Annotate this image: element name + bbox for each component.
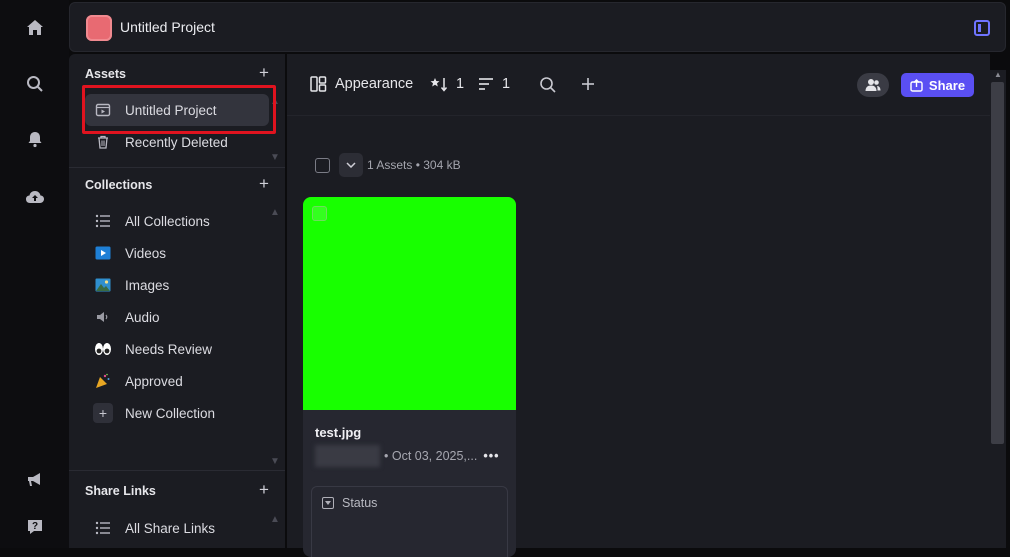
search-icon[interactable] bbox=[22, 71, 48, 97]
speaker-icon bbox=[93, 307, 113, 327]
sidebar-item-label: New Collection bbox=[125, 405, 216, 421]
nav-rail: ? bbox=[0, 0, 69, 548]
add-share-link-icon[interactable]: + bbox=[259, 480, 269, 500]
share-icon bbox=[910, 78, 923, 92]
scroll-up-icon[interactable]: ▲ bbox=[994, 70, 1002, 79]
project-avatar[interactable] bbox=[86, 15, 112, 41]
sidebar-item-label: Recently Deleted bbox=[125, 134, 228, 150]
chevron-down-icon[interactable] bbox=[339, 153, 363, 177]
add-asset-icon[interactable]: + bbox=[259, 63, 269, 83]
divider bbox=[69, 470, 285, 471]
help-icon[interactable]: ? bbox=[22, 514, 48, 540]
sidebar-item-videos[interactable]: Videos bbox=[85, 237, 269, 269]
project-title[interactable]: Untitled Project bbox=[120, 19, 215, 35]
image-icon bbox=[93, 275, 113, 295]
sidebar-item-label: All Share Links bbox=[125, 520, 216, 536]
asset-meta: • Oct 03, 2025,... ••• bbox=[315, 445, 499, 467]
sidebar-item-images[interactable]: Images bbox=[85, 269, 269, 301]
upload-cloud-icon[interactable] bbox=[22, 184, 48, 210]
asset-checkbox[interactable] bbox=[312, 206, 327, 221]
sidebar-item-label: All Collections bbox=[125, 213, 210, 229]
plus-icon: + bbox=[93, 403, 113, 423]
appearance-label: Appearance bbox=[335, 76, 414, 92]
sidebar-item-audio[interactable]: Audio bbox=[85, 301, 269, 333]
asset-filename: test.jpg bbox=[315, 425, 362, 440]
share-button[interactable]: Share bbox=[901, 73, 974, 97]
more-options-icon[interactable]: ••• bbox=[483, 449, 499, 463]
sort-count: 1 bbox=[456, 76, 465, 92]
sidebar-item-label: Audio bbox=[125, 309, 160, 325]
asset-card[interactable]: test.jpg • Oct 03, 2025,... ••• Status bbox=[303, 197, 516, 557]
asset-thumbnail[interactable] bbox=[303, 197, 516, 410]
scrollbar[interactable]: ▲ bbox=[990, 70, 1006, 548]
add-icon[interactable] bbox=[580, 76, 604, 92]
sidebar-item-all-collections[interactable]: All Collections bbox=[85, 205, 269, 237]
sidebar-item-label: Approved bbox=[125, 373, 183, 389]
filter-button[interactable]: 1 bbox=[478, 76, 510, 92]
sidebar-item-label: Videos bbox=[125, 245, 167, 261]
people-button[interactable] bbox=[857, 73, 889, 97]
filter-count: 1 bbox=[502, 76, 511, 92]
users-icon bbox=[865, 79, 881, 91]
appearance-button[interactable]: Appearance bbox=[310, 76, 413, 92]
collections-heading: Collections bbox=[85, 178, 153, 192]
list-icon bbox=[93, 211, 113, 231]
divider bbox=[69, 167, 285, 168]
chevron-up-icon[interactable]: ▲ bbox=[270, 207, 280, 218]
share-label: Share bbox=[928, 77, 966, 93]
chevron-down-icon[interactable]: ▼ bbox=[270, 456, 280, 467]
share-links-heading: Share Links bbox=[85, 484, 156, 498]
panel-toggle-icon[interactable] bbox=[974, 20, 990, 36]
sidebar-item-label: Images bbox=[125, 277, 170, 293]
sidebar-item-new-collection[interactable]: + New Collection bbox=[85, 397, 269, 429]
list-icon bbox=[93, 518, 113, 538]
uploader-name-redacted bbox=[315, 445, 380, 467]
party-icon bbox=[93, 371, 113, 391]
main-content: Appearance 1 1 Share 1 Assets • 304 kB t… bbox=[287, 54, 990, 557]
assets-heading: Assets bbox=[85, 67, 126, 81]
add-collection-icon[interactable]: + bbox=[259, 174, 269, 194]
trash-icon bbox=[93, 132, 113, 152]
svg-text:?: ? bbox=[32, 521, 38, 532]
video-icon bbox=[93, 243, 113, 263]
status-field[interactable]: Status bbox=[311, 486, 508, 557]
dropdown-icon bbox=[322, 497, 334, 509]
sidebar-item-approved[interactable]: Approved bbox=[85, 365, 269, 397]
select-all-checkbox[interactable] bbox=[315, 158, 330, 173]
toolbar: Appearance 1 1 Share bbox=[287, 54, 990, 116]
selection-highlight bbox=[82, 85, 276, 134]
scrollbar-thumb[interactable] bbox=[991, 82, 1004, 444]
status-label: Status bbox=[342, 496, 378, 510]
search-icon[interactable] bbox=[539, 76, 565, 94]
filter-icon bbox=[479, 78, 493, 90]
sidebar-item-needs-review[interactable]: Needs Review bbox=[85, 333, 269, 365]
bell-icon[interactable] bbox=[22, 126, 48, 152]
layout-icon bbox=[310, 76, 327, 92]
sidebar-item-label: Needs Review bbox=[125, 341, 213, 357]
sort-icon bbox=[430, 78, 448, 92]
sidebar-item-all-share-links[interactable]: All Share Links bbox=[85, 512, 269, 544]
asset-date: • Oct 03, 2025,... bbox=[384, 449, 478, 463]
chevron-up-icon[interactable]: ▲ bbox=[270, 514, 280, 525]
asset-count: 1 Assets • 304 kB bbox=[367, 158, 461, 172]
chevron-down-icon[interactable]: ▼ bbox=[270, 152, 280, 163]
project-header: Untitled Project bbox=[69, 2, 1006, 52]
home-icon[interactable] bbox=[22, 15, 48, 41]
eyes-icon bbox=[93, 339, 113, 359]
sort-button[interactable]: 1 bbox=[430, 76, 464, 92]
megaphone-icon[interactable] bbox=[22, 466, 48, 492]
